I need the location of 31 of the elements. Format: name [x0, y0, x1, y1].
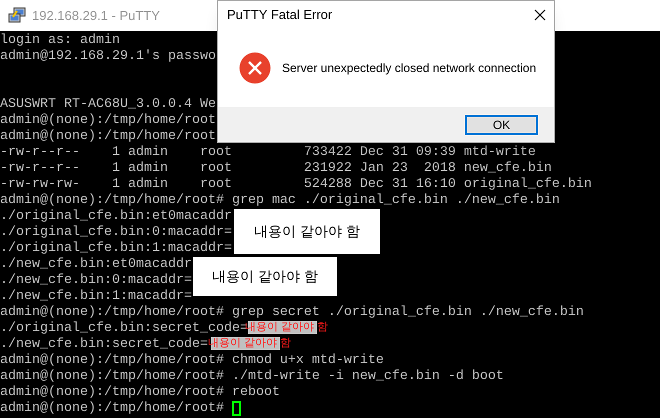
terminal-line: admin@(none):/tmp/home/root [0, 129, 216, 145]
terminal-line: ./new_cfe.bin:1:macaddr= [0, 289, 192, 305]
cursor [232, 401, 241, 416]
terminal-line: -rw-r--r-- 1 admin root 231922 Jan 23 2018 new_cfe.bin [0, 161, 552, 177]
close-icon[interactable] [534, 9, 546, 21]
terminal-line: admin@(none):/tmp/home/root# [0, 401, 225, 417]
computer-icon [8, 7, 26, 24]
dialog-title: PuTTY Fatal Error [227, 6, 332, 24]
terminal-line: ./new_cfe.bin:et0macaddr [0, 257, 192, 273]
note-box: 내용이 같아야 함 [193, 257, 337, 296]
note-box: 내용이 같아야 함 [234, 209, 380, 254]
terminal-line: -rw-r--r-- 1 admin root 733422 Dec 31 09:39 mtd-write [0, 145, 536, 161]
window-title: 192.168.29.1 - PuTTY [32, 6, 160, 25]
terminal-line: admin@192.168.29.1's passwo [0, 49, 216, 65]
terminal-line: ASUSWRT RT-AC68U_3.0.0.4 We [0, 97, 216, 113]
error-message: Server unexpectedly closed network connection [282, 60, 536, 77]
terminal-line: ./original_cfe.bin:1:macaddr= [0, 241, 232, 257]
terminal-line: admin@(none):/tmp/home/root [0, 113, 216, 129]
terminal-line: admin@(none):/tmp/home/root# grep mac ./original_cfe.bin ./new_cfe.bin [0, 193, 560, 209]
terminal-line: ./original_cfe.bin:et0macaddr [0, 209, 232, 225]
terminal-line: ./new_cfe.bin:0:macaddr= [0, 273, 192, 289]
ok-button[interactable]: OK [465, 114, 538, 134]
terminal-line: ./new_cfe.bin:secret_code= [0, 337, 208, 353]
terminal-line: admin@(none):/tmp/home/root# reboot [0, 385, 280, 401]
terminal-line: admin@(none):/tmp/home/root# ./mtd-write -i new_cfe.bin -d boot [0, 369, 504, 385]
terminal-line: login as: admin [0, 33, 120, 49]
terminal-line: admin@(none):/tmp/home/root# chmod u+x mtd-write [0, 353, 384, 369]
terminal-line: -rw-rw-rw- 1 admin root 524288 Dec 31 16:10 original_cfe.bin [0, 177, 592, 193]
terminal-line: admin@(none):/tmp/home/root# grep secret ./original_cfe.bin ./new_cfe.bin [0, 305, 584, 321]
error-icon [239, 52, 271, 84]
terminal-line: ./original_cfe.bin:0:macaddr= [0, 225, 232, 241]
